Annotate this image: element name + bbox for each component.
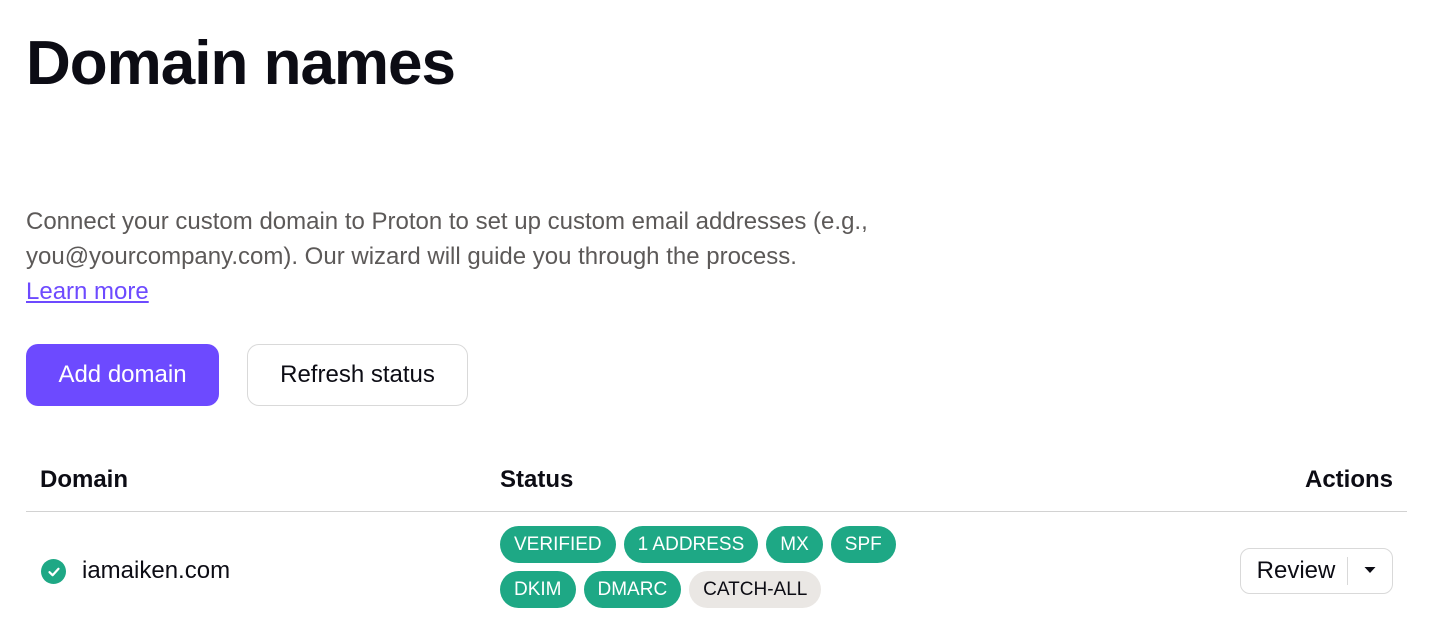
actions-menu-toggle[interactable] bbox=[1348, 549, 1392, 593]
status-badge-dmarc: DMARC bbox=[583, 571, 682, 608]
learn-more-link[interactable]: Learn more bbox=[26, 274, 149, 309]
check-circle-icon bbox=[41, 559, 66, 584]
column-header-status: Status bbox=[500, 466, 574, 493]
domain-names-page: Domain names Connect your custom domain … bbox=[0, 0, 1429, 626]
caret-down-icon bbox=[1363, 562, 1377, 580]
domain-name: iamaiken.com bbox=[82, 557, 231, 584]
status-badges: VERIFIED 1 ADDRESS MX SPF DKIM DMARC CAT… bbox=[500, 526, 920, 616]
table-row: iamaiken.com VERIFIED 1 ADDRESS MX SPF D… bbox=[26, 512, 1407, 626]
table-header: Domain Status Actions bbox=[26, 462, 1407, 512]
status-badge-catch-all: CATCH-ALL bbox=[689, 571, 822, 608]
column-header-domain: Domain bbox=[40, 466, 129, 493]
column-header-actions: Actions bbox=[1304, 466, 1393, 493]
status-badge-mx: MX bbox=[766, 526, 823, 563]
review-button[interactable]: Review bbox=[1241, 549, 1347, 593]
page-description: Connect your custom domain to Proton to … bbox=[26, 208, 868, 270]
status-badge-spf: SPF bbox=[830, 526, 896, 563]
status-badge-dkim: DKIM bbox=[500, 571, 576, 608]
page-title: Domain names bbox=[26, 29, 456, 98]
add-domain-button[interactable]: Add domain bbox=[26, 344, 219, 406]
refresh-status-button[interactable]: Refresh status bbox=[247, 344, 468, 406]
status-badge-address: 1 ADDRESS bbox=[623, 526, 759, 563]
status-badge-verified: VERIFIED bbox=[500, 526, 616, 563]
row-actions-dropdown: Review bbox=[1240, 548, 1393, 594]
